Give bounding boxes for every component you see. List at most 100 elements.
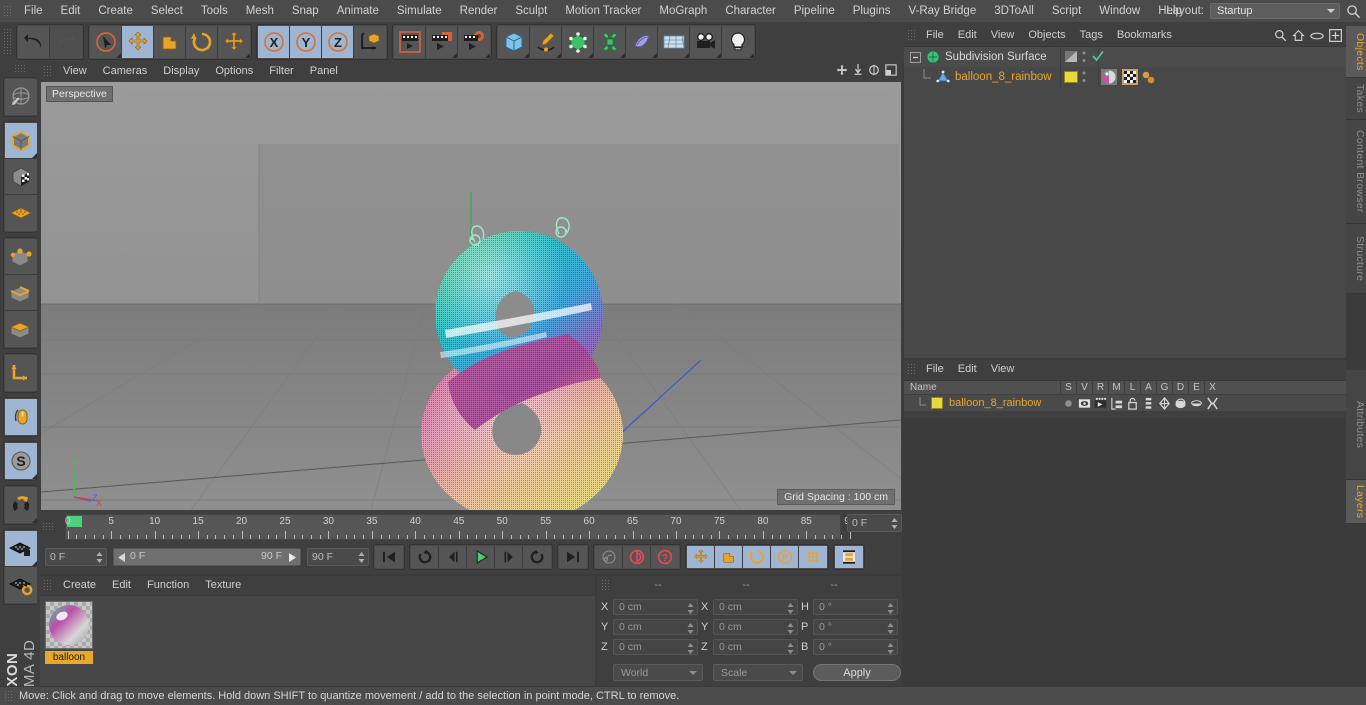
rotate-view-icon[interactable]: [868, 64, 880, 76]
spline-pen-icon[interactable]: [530, 26, 562, 58]
visible-icon[interactable]: [1076, 395, 1092, 411]
tab-takes[interactable]: Takes: [1346, 78, 1366, 120]
redo-icon[interactable]: [50, 26, 82, 58]
rotate-icon[interactable]: [186, 26, 218, 58]
deformer-icon[interactable]: [1172, 395, 1188, 411]
generator-icon[interactable]: [562, 26, 594, 58]
tab-layers[interactable]: Layers: [1346, 480, 1366, 524]
object-row-balloon[interactable]: balloon_8_rainbow: [904, 67, 1346, 87]
viewport-menu-view[interactable]: View: [55, 62, 95, 80]
render-view-icon[interactable]: [394, 26, 426, 58]
coord-field-y[interactable]: 0 cm: [713, 619, 798, 635]
material-tag-icon[interactable]: [1101, 69, 1117, 85]
key-rotation-icon[interactable]: [743, 546, 771, 568]
tab-content-browser[interactable]: Content Browser: [1346, 120, 1366, 224]
autokey-icon[interactable]: [623, 546, 651, 568]
world-coord-icon[interactable]: [354, 26, 386, 58]
layer-menu-edit[interactable]: Edit: [951, 360, 984, 379]
menu-item-render[interactable]: Render: [451, 0, 507, 22]
menu-item-simulate[interactable]: Simulate: [388, 0, 451, 22]
edges-mode-icon[interactable]: [5, 275, 37, 311]
record-key-icon[interactable]: [595, 546, 623, 568]
object-menu-bookmarks[interactable]: Bookmarks: [1110, 26, 1179, 45]
coord-mode-select[interactable]: Scale: [713, 664, 803, 681]
layout-combo[interactable]: Startup: [1210, 3, 1340, 19]
coord-system-select[interactable]: World: [613, 664, 703, 681]
scale-icon[interactable]: [154, 26, 186, 58]
undo-view-icon[interactable]: [5, 79, 37, 115]
timeline-range-slider[interactable]: 0 F 90 F: [113, 548, 301, 566]
layer-column-S[interactable]: S: [1060, 380, 1076, 395]
axis-modify-icon[interactable]: [5, 355, 37, 391]
coord-field-y[interactable]: 0 cm: [613, 619, 698, 635]
texture-mode-icon[interactable]: [5, 159, 37, 195]
menu-item-mesh[interactable]: Mesh: [237, 0, 283, 22]
spinner-icon[interactable]: [358, 551, 365, 564]
goto-end-icon[interactable]: [559, 546, 587, 568]
menu-item-sculpt[interactable]: Sculpt: [506, 0, 556, 22]
spinner-icon[interactable]: [891, 517, 898, 530]
menu-item-file[interactable]: File: [15, 0, 52, 22]
undo-icon[interactable]: [18, 26, 50, 58]
menu-item-3dtoall[interactable]: 3DToAll: [985, 0, 1043, 22]
search-icon[interactable]: [1346, 4, 1361, 19]
visibility-dots-icon[interactable]: [1065, 51, 1079, 63]
coord-field-x[interactable]: 0 cm: [713, 599, 798, 615]
deformer-icon[interactable]: [594, 26, 626, 58]
spinner-icon[interactable]: [96, 551, 103, 564]
key-position-icon[interactable]: [687, 546, 715, 568]
layer-column-D[interactable]: D: [1172, 380, 1188, 395]
ellipse-icon[interactable]: [1310, 31, 1324, 41]
render-picture-viewer-icon[interactable]: [426, 26, 458, 58]
light-icon[interactable]: [722, 26, 754, 58]
keyframe-help-icon[interactable]: ?: [651, 546, 679, 568]
layer-menu-view[interactable]: View: [984, 360, 1022, 379]
layer-column-L[interactable]: L: [1124, 380, 1140, 395]
loop-back-icon[interactable]: [411, 546, 439, 568]
menu-item-pipeline[interactable]: Pipeline: [785, 0, 844, 22]
environment-icon[interactable]: [626, 26, 658, 58]
workplane-lock-icon[interactable]: [5, 531, 37, 567]
menu-item-plugins[interactable]: Plugins: [844, 0, 900, 22]
solo-dot-icon[interactable]: [1060, 395, 1076, 411]
layer-column-R[interactable]: R: [1092, 380, 1108, 395]
animation-icon[interactable]: [1140, 395, 1156, 411]
select-cursor-icon[interactable]: [90, 26, 122, 58]
current-frame-field[interactable]: 0 F: [846, 514, 902, 532]
zoom-icon[interactable]: [853, 64, 863, 76]
expression-icon[interactable]: [1188, 395, 1204, 411]
layer-color-swatch[interactable]: [1064, 71, 1078, 83]
menu-item-animate[interactable]: Animate: [328, 0, 388, 22]
workplane-align-icon[interactable]: [5, 567, 37, 603]
coord-field-z[interactable]: 0 cm: [613, 639, 698, 655]
generator-icon[interactable]: [1156, 395, 1172, 411]
menu-item-tools[interactable]: Tools: [192, 0, 237, 22]
viewport-3d[interactable]: Y Z X Perspective Grid Spacing : 100 cm: [41, 82, 901, 510]
xref-icon[interactable]: [1204, 395, 1220, 411]
menu-item-character[interactable]: Character: [716, 0, 785, 22]
material-menu-texture[interactable]: Texture: [197, 576, 249, 594]
coord-field-p[interactable]: 0 °: [813, 619, 898, 635]
points-mode-icon[interactable]: [5, 239, 37, 275]
play-icon[interactable]: [467, 546, 495, 568]
add-layer-icon[interactable]: [1329, 29, 1342, 42]
spinner-icon[interactable]: [887, 642, 894, 655]
axis-y-icon[interactable]: Y: [290, 26, 322, 58]
key-scale-icon[interactable]: [715, 546, 743, 568]
material-menu-edit[interactable]: Edit: [104, 576, 139, 594]
lock-icon[interactable]: [1124, 395, 1140, 411]
prev-frame-icon[interactable]: [439, 546, 467, 568]
material-list[interactable]: balloon: [40, 595, 595, 686]
material-menu-create[interactable]: Create: [55, 576, 104, 594]
layer-column-M[interactable]: M: [1108, 380, 1124, 395]
render-settings-icon[interactable]: [458, 26, 490, 58]
spinner-icon[interactable]: [787, 642, 794, 655]
viewport-menu-display[interactable]: Display: [155, 62, 207, 80]
home-icon[interactable]: [1292, 29, 1305, 42]
coord-field-b[interactable]: 0 °: [813, 639, 898, 655]
render-icon[interactable]: [1092, 395, 1108, 411]
spinner-icon[interactable]: [687, 622, 694, 635]
viewport-menu-panel[interactable]: Panel: [302, 62, 346, 80]
maximize-view-icon[interactable]: [885, 64, 897, 76]
object-menu-objects[interactable]: Objects: [1021, 26, 1072, 45]
